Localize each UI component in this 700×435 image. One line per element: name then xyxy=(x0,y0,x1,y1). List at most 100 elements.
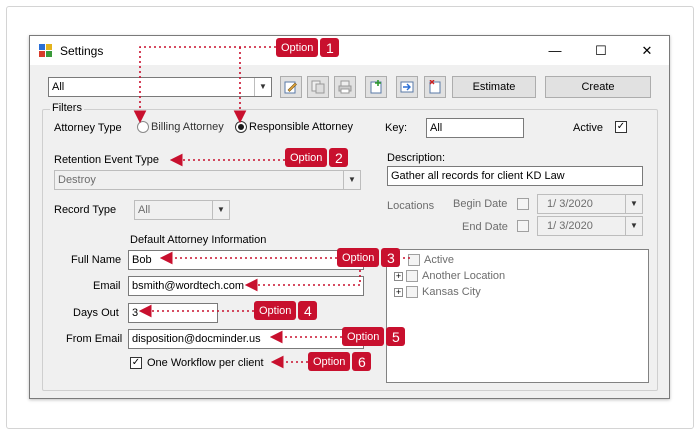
radio-selected-icon xyxy=(235,121,247,133)
full-name-label: Full Name xyxy=(71,254,122,266)
record-type-value: All xyxy=(138,204,151,216)
begin-date-picker[interactable]: 1/ 3/2020 ▼ xyxy=(537,194,643,214)
days-out-input[interactable]: 3 xyxy=(128,303,218,323)
callout-number: 6 xyxy=(352,352,372,371)
retention-event-type-label: Retention Event Type xyxy=(54,154,159,166)
calendar-dropdown-icon[interactable]: ▼ xyxy=(625,217,642,235)
minimize-icon: — xyxy=(548,43,562,58)
chevron-down-icon[interactable]: ▼ xyxy=(343,171,360,189)
active-checkbox[interactable]: ✓ xyxy=(615,121,627,133)
key-input[interactable]: All xyxy=(426,118,524,138)
edit-button[interactable] xyxy=(280,76,302,98)
callout-label: Option xyxy=(337,248,380,267)
callout-number: 2 xyxy=(329,148,349,167)
retention-event-type-value: Destroy xyxy=(58,174,96,186)
billing-attorney-label: Billing Attorney xyxy=(151,121,224,133)
begin-date-label: Begin Date xyxy=(453,198,508,210)
estimate-button[interactable]: Estimate xyxy=(452,76,536,98)
tree-item[interactable]: + Another Location xyxy=(387,268,648,284)
window-title: Settings xyxy=(60,44,104,58)
close-button[interactable]: ✕ xyxy=(624,36,670,65)
callout-number: 3 xyxy=(381,248,401,267)
days-out-label: Days Out xyxy=(73,307,119,319)
key-label: Key: xyxy=(385,122,408,134)
from-email-input[interactable]: disposition@docminder.us xyxy=(128,329,364,349)
edit-icon xyxy=(284,81,297,94)
location-tree[interactable]: Active + Another Location + Kansas City xyxy=(386,249,649,383)
begin-date-checkbox[interactable] xyxy=(517,198,529,210)
tree-item-checkbox[interactable] xyxy=(406,286,418,298)
check-icon: ✓ xyxy=(130,357,142,369)
calendar-dropdown-icon[interactable]: ▼ xyxy=(625,195,642,213)
chevron-down-icon[interactable]: ▼ xyxy=(254,78,271,96)
chevron-down-icon[interactable]: ▼ xyxy=(212,201,229,219)
print-button[interactable] xyxy=(334,76,356,98)
export-button[interactable] xyxy=(396,76,418,98)
callout-label: Option xyxy=(285,148,328,167)
expand-icon[interactable]: + xyxy=(394,287,403,297)
tree-item-label: Active xyxy=(424,254,454,266)
title-bar: Settings — ☐ ✕ xyxy=(30,36,669,65)
one-workflow-checkbox[interactable]: ✓ One Workflow per client xyxy=(130,357,264,369)
billing-attorney-radio[interactable]: Billing Attorney xyxy=(137,121,224,133)
print-icon xyxy=(338,80,352,94)
delete-icon xyxy=(429,80,441,94)
retention-event-type-dropdown[interactable]: Destroy ▼ xyxy=(54,170,361,190)
callout-6: Option 6 xyxy=(308,352,372,371)
responsible-attorney-radio[interactable]: Responsible Attorney xyxy=(235,121,353,133)
tree-item-label: Another Location xyxy=(422,270,506,282)
from-email-label: From Email xyxy=(66,333,123,345)
callout-2: Option 2 xyxy=(285,148,349,167)
callout-4: Option 4 xyxy=(254,301,318,320)
minimize-button[interactable]: — xyxy=(532,36,578,65)
tree-item[interactable]: Active xyxy=(387,252,648,268)
record-type-dropdown[interactable]: All ▼ xyxy=(134,200,230,220)
maximize-icon: ☐ xyxy=(595,42,607,58)
maximize-button[interactable]: ☐ xyxy=(578,36,624,65)
callout-number: 1 xyxy=(320,38,340,57)
tree-item-checkbox[interactable] xyxy=(406,270,418,282)
callout-label: Option xyxy=(342,327,385,346)
close-icon: ✕ xyxy=(641,42,653,58)
tree-item[interactable]: + Kansas City xyxy=(387,284,648,300)
delete-button[interactable] xyxy=(424,76,446,98)
begin-date-value: 1/ 3/2020 xyxy=(547,198,593,210)
description-input[interactable]: Gather all records for client KD Law xyxy=(387,166,643,186)
email-input[interactable]: bsmith@wordtech.com xyxy=(128,276,364,296)
export-icon xyxy=(400,81,414,93)
callout-label: Option xyxy=(308,352,351,371)
record-selector-value: All xyxy=(52,81,65,93)
record-selector-dropdown[interactable]: All ▼ xyxy=(48,77,272,97)
callout-5: Option 5 xyxy=(342,327,406,346)
record-type-label: Record Type xyxy=(54,204,117,216)
end-date-picker[interactable]: 1/ 3/2020 ▼ xyxy=(537,216,643,236)
end-date-value: 1/ 3/2020 xyxy=(547,220,593,232)
locations-label: Locations xyxy=(387,200,435,212)
app-icon xyxy=(39,44,52,57)
full-name-input[interactable]: Bob xyxy=(128,250,364,270)
filters-group-title: Filters xyxy=(50,102,84,114)
end-date-checkbox[interactable] xyxy=(517,220,529,232)
callout-number: 4 xyxy=(298,301,318,320)
tree-item-label: Kansas City xyxy=(422,286,481,298)
create-button[interactable]: Create xyxy=(545,76,651,98)
responsible-attorney-label: Responsible Attorney xyxy=(249,121,353,133)
radio-unselected-icon xyxy=(137,121,149,133)
expand-icon[interactable]: + xyxy=(394,271,403,281)
one-workflow-label: One Workflow per client xyxy=(147,357,264,369)
callout-number: 5 xyxy=(386,327,406,346)
description-label: Description: xyxy=(387,152,446,164)
attorney-type-label: Attorney Type xyxy=(54,122,122,134)
default-attorney-info-label: Default Attorney Information xyxy=(130,234,267,246)
copy-icon xyxy=(311,80,325,94)
new-button[interactable] xyxy=(365,76,387,98)
active-label: Active xyxy=(573,122,603,134)
copy-button[interactable] xyxy=(307,76,329,98)
email-label: Email xyxy=(93,280,121,292)
tree-item-checkbox[interactable] xyxy=(408,254,420,266)
check-icon: ✓ xyxy=(616,121,626,132)
new-icon xyxy=(370,80,382,94)
callout-3: Option 3 xyxy=(337,248,401,267)
end-date-label: End Date xyxy=(462,221,508,233)
callout-label: Option xyxy=(254,301,297,320)
